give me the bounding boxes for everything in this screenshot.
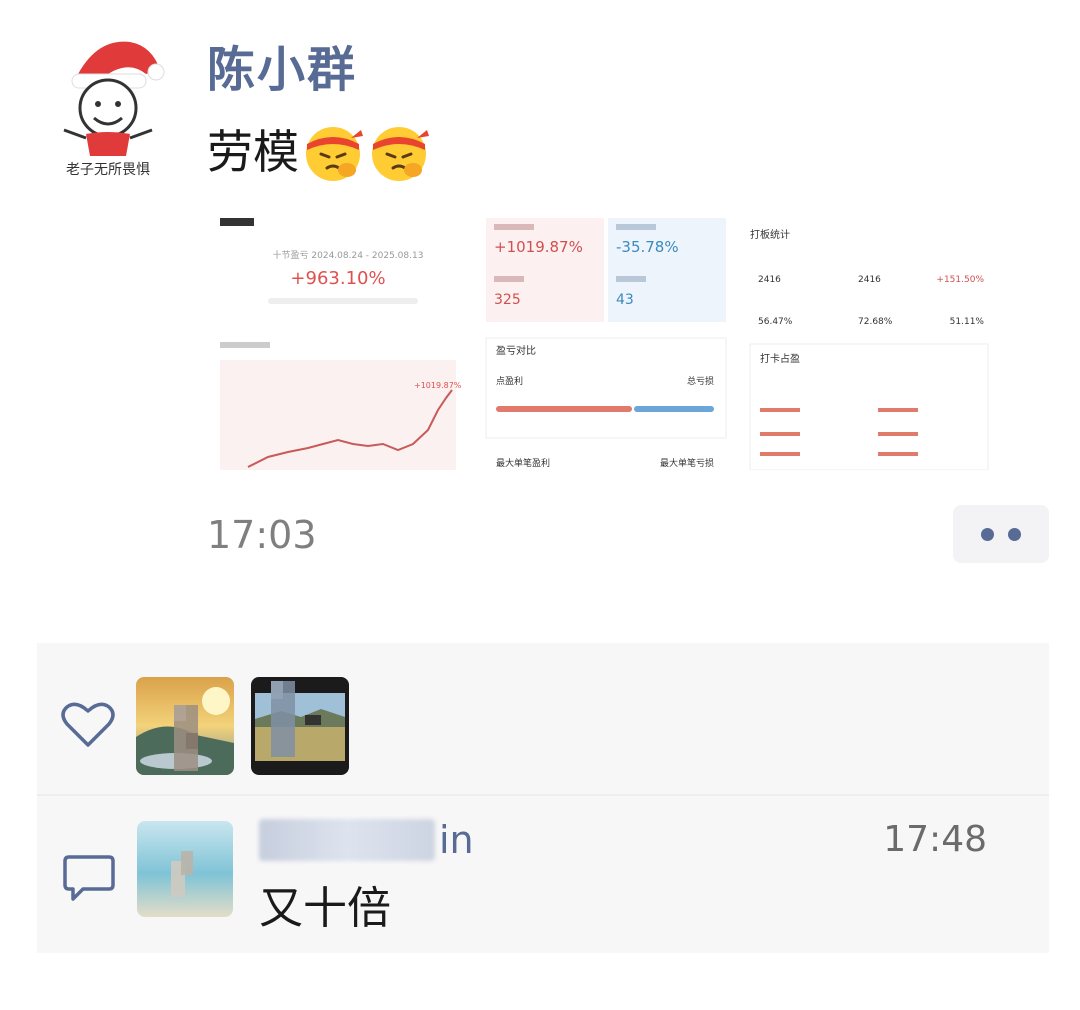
svg-text:+1019.87%: +1019.87% <box>494 238 583 256</box>
svg-text:最大单笔盈利: 最大单笔盈利 <box>496 457 550 469</box>
svg-text:56.47%: 56.47% <box>758 317 793 327</box>
commenter-name[interactable]: in <box>259 813 474 867</box>
commenter-avatar[interactable] <box>137 821 233 917</box>
liker-avatar-image <box>136 677 234 775</box>
comment-time: 17:48 <box>883 819 987 860</box>
post-image[interactable]: 十节盈亏 2024.08.24 - 2025.08.13 +963.10% +1… <box>218 212 998 470</box>
author-avatar[interactable]: 老子无所畏惧 <box>56 34 168 180</box>
svg-text:-35.78%: -35.78% <box>616 238 679 256</box>
comment-icon <box>63 855 115 901</box>
svg-text:+1019.87%: +1019.87% <box>414 381 462 390</box>
svg-text:老子无所畏惧: 老子无所畏惧 <box>66 162 150 178</box>
commenter-name-suffix: in <box>439 818 474 862</box>
svg-text:点盈利: 点盈利 <box>496 375 523 387</box>
svg-text:十节盈亏 2024.08.24 - 2025.08.13: 十节盈亏 2024.08.24 - 2025.08.13 <box>273 249 424 261</box>
commenter-avatar-image <box>137 821 233 917</box>
svg-text:2416: 2416 <box>758 275 781 285</box>
svg-text:打板统计: 打板统计 <box>750 228 790 241</box>
post-time: 17:03 <box>207 513 317 557</box>
author-name[interactable]: 陈小群 <box>207 40 357 100</box>
post-content: 劳模 <box>207 120 431 184</box>
svg-text:打卡占盈: 打卡占盈 <box>760 352 800 365</box>
more-dots-icon <box>1008 527 1021 541</box>
liker-avatar-image <box>251 677 349 775</box>
svg-text:+963.10%: +963.10% <box>290 268 385 289</box>
svg-text:325: 325 <box>494 292 521 308</box>
santa-avatar-icon: 老子无所畏惧 <box>63 41 165 178</box>
heart-icon <box>61 702 115 747</box>
post-text: 劳模 <box>207 125 299 179</box>
likes-row <box>37 643 1049 793</box>
blurred-name <box>259 819 435 861</box>
comment-text[interactable]: 又十倍 <box>259 879 391 939</box>
svg-text:43: 43 <box>616 292 634 308</box>
svg-text:+151.50%: +151.50% <box>936 275 984 285</box>
more-dots-icon <box>981 527 994 541</box>
salute-emoji-icon <box>372 127 429 181</box>
liker-avatar[interactable] <box>251 677 349 775</box>
trading-dashboard-image: 十节盈亏 2024.08.24 - 2025.08.13 +963.10% +1… <box>218 212 998 470</box>
svg-text:2416: 2416 <box>858 275 881 285</box>
svg-text:最大单笔亏损: 最大单笔亏损 <box>660 457 714 469</box>
salute-emoji-icon <box>306 127 363 181</box>
svg-text:72.68%: 72.68% <box>858 317 893 327</box>
svg-text:总亏损: 总亏损 <box>687 375 714 387</box>
divider <box>37 794 1049 796</box>
svg-text:盈亏对比: 盈亏对比 <box>496 344 536 357</box>
liker-avatar[interactable] <box>136 677 234 775</box>
more-actions-button[interactable] <box>953 505 1049 563</box>
interaction-panel: in 17:48 又十倍 <box>37 643 1049 953</box>
svg-text:51.11%: 51.11% <box>950 317 985 327</box>
